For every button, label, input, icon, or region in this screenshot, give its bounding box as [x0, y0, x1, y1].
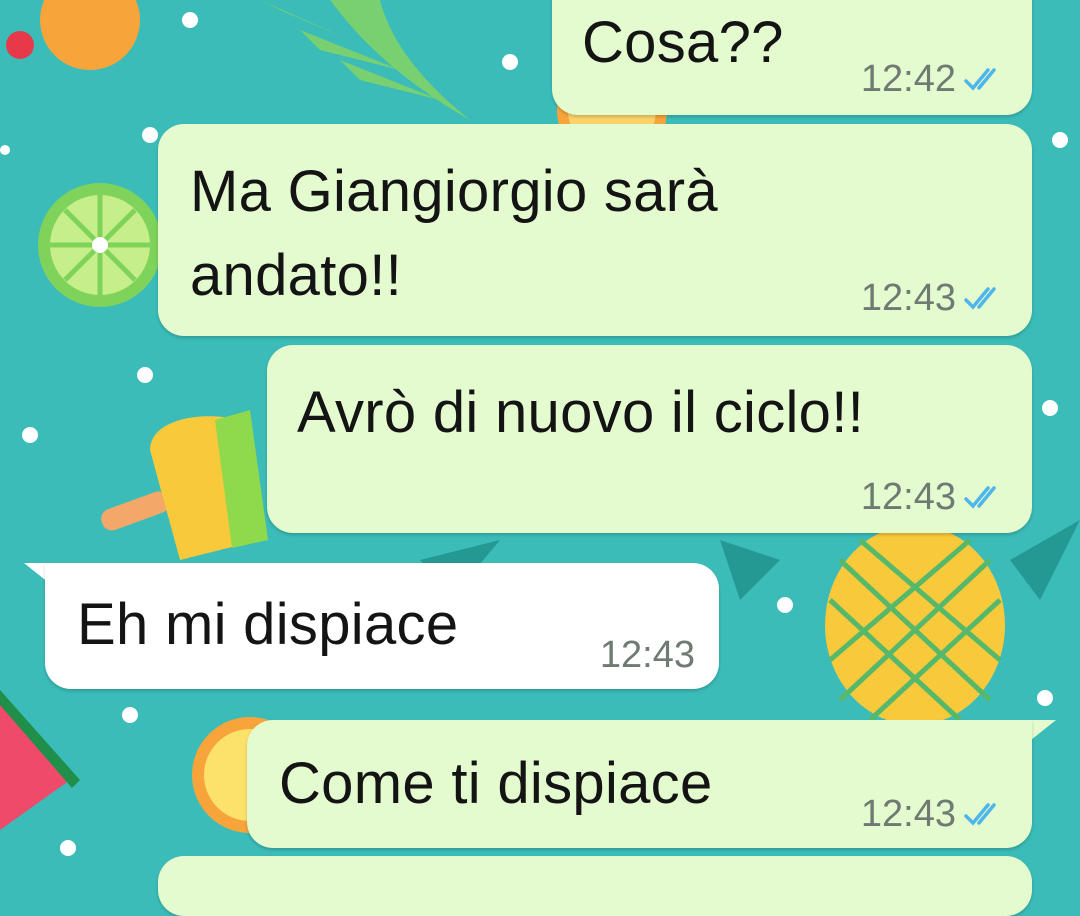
message-text: Come ti dispiace [279, 751, 713, 816]
message-time: 12:43 [860, 277, 956, 319]
lime-slice-decoration [38, 183, 162, 307]
double-check-icon [964, 486, 996, 509]
message-text: Eh mi dispiace [77, 592, 459, 657]
message-text: Avrò di nuovo il ciclo!! [297, 380, 865, 445]
message-text-line-1: Ma Giangiorgio sarà [190, 159, 718, 224]
message-time: 12:43 [599, 634, 695, 676]
message-bubble-outgoing[interactable]: Cosa?? 12:42 [552, 0, 1032, 115]
pineapple-decoration [825, 525, 1005, 725]
message-bubble-outgoing[interactable]: Ma Giangiorgio sarà andato!! 12:43 [158, 124, 1032, 336]
double-check-icon [964, 803, 996, 826]
message-bubble-outgoing-partial[interactable] [158, 856, 1032, 916]
message-time: 12:42 [860, 58, 956, 100]
message-meta: 12:42 [861, 59, 1006, 99]
double-check-icon [964, 287, 996, 310]
message-time: 12:43 [860, 476, 956, 518]
message-text-line-2: andato!! [190, 243, 403, 308]
message-bubble-incoming[interactable]: Eh mi dispiace 12:43 [45, 563, 719, 689]
message-meta: 12:43 [861, 794, 1006, 834]
double-check-icon [964, 68, 996, 91]
message-time: 12:43 [860, 793, 956, 835]
message-bubble-outgoing[interactable]: Avrò di nuovo il ciclo!! 12:43 [267, 345, 1032, 533]
message-meta: 12:43 [600, 635, 695, 675]
message-meta: 12:43 [861, 278, 1006, 318]
message-bubble-outgoing[interactable]: Come ti dispiace 12:43 [247, 720, 1032, 848]
message-text: Cosa?? [582, 10, 784, 75]
message-meta: 12:43 [861, 477, 1006, 517]
